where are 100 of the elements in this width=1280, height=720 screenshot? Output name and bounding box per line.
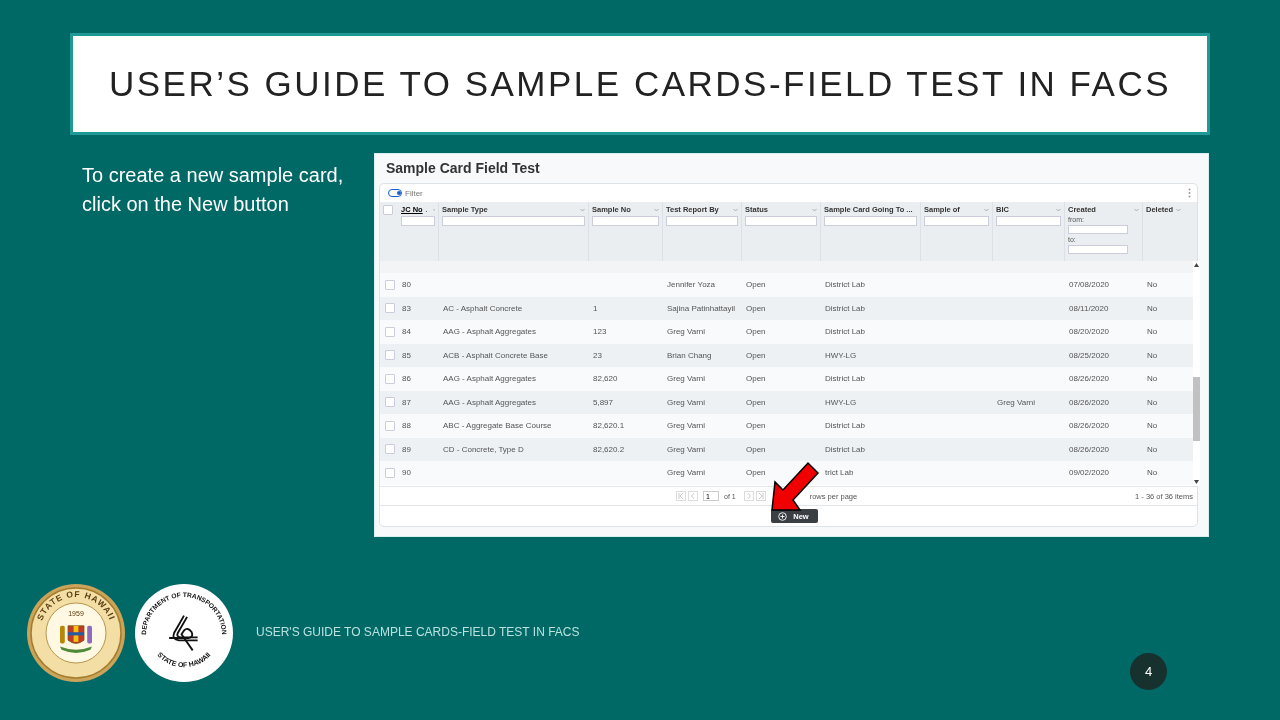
row-checkbox[interactable]: [385, 373, 395, 384]
caret-icon[interactable]: [733, 207, 738, 212]
table-cell: Greg Varni: [667, 468, 706, 478]
row-checkbox[interactable]: [385, 350, 395, 361]
filter-field[interactable]: [745, 216, 817, 226]
row-checkbox[interactable]: [385, 303, 395, 314]
table-cell: 1: [593, 303, 598, 313]
table-cell: District Lab: [825, 303, 865, 313]
caret-icon[interactable]: [1134, 207, 1139, 212]
table-cell: 08/20/2020: [1069, 327, 1110, 337]
filter-field[interactable]: [401, 216, 435, 226]
instruction-text: To create a new sample card, click on the New button: [82, 163, 345, 217]
table-cell: 90: [402, 468, 411, 478]
last-page-button[interactable]: [755, 491, 766, 501]
table-cell: 85: [402, 350, 411, 360]
first-page-button[interactable]: [676, 491, 686, 501]
table-cell: Open: [746, 280, 766, 290]
filter-field[interactable]: [924, 216, 989, 226]
table-cell: District Lab: [825, 444, 865, 454]
table-cell: Open: [746, 468, 766, 478]
caret-icon[interactable]: [1056, 207, 1061, 212]
last-page-icon: [757, 493, 764, 499]
scroll-down-icon[interactable]: [1194, 480, 1199, 484]
table-cell: 89: [402, 444, 411, 454]
table-cell: HWY-LG: [825, 397, 857, 407]
table-cell: Greg Varni: [997, 397, 1036, 407]
row-checkbox[interactable]: [385, 420, 395, 431]
table-cell: 07/08/2020: [1069, 280, 1110, 290]
table-cell: No: [1147, 280, 1158, 290]
table-cell: District Lab: [825, 421, 865, 431]
table-cell: 08/26/2020: [1069, 397, 1110, 407]
row-checkbox[interactable]: [385, 397, 395, 408]
table-cell: Greg Varni: [667, 374, 706, 384]
first-page-icon: [678, 493, 684, 499]
table-cell: 83: [402, 303, 411, 313]
table-cell: 82,620: [593, 374, 618, 384]
row-checkbox[interactable]: [385, 326, 395, 337]
page-number: 4: [1130, 653, 1167, 690]
more-icon[interactable]: [1188, 188, 1191, 198]
filter-field[interactable]: [442, 216, 585, 226]
filter-field[interactable]: [996, 216, 1061, 226]
table-cell: Brian Chang: [667, 350, 712, 360]
table-cell: Open: [746, 350, 766, 360]
table-cell: Open: [746, 444, 766, 454]
table-cell: 08/26/2020: [1069, 421, 1110, 431]
table-cell: HWY-LG: [825, 350, 857, 360]
filter-field[interactable]: [592, 216, 659, 226]
scrollbar[interactable]: [1193, 261, 1200, 486]
table-cell: Open: [746, 397, 766, 407]
chevron-left-icon: [690, 493, 696, 499]
table-cell: No: [1147, 303, 1158, 313]
previous-page-button[interactable]: [688, 491, 698, 501]
table-cell: Jennifer Yoza: [667, 280, 716, 290]
chevron-right-icon: [745, 493, 752, 499]
table-cell: No: [1147, 327, 1158, 337]
table-cell: Open: [746, 327, 766, 337]
table-cell: No: [1147, 350, 1158, 360]
table-cell: Greg Varni: [667, 421, 706, 431]
table-cell: 08/25/2020: [1069, 350, 1110, 360]
caret-icon[interactable]: [1176, 207, 1182, 212]
table-cell: Sajina Patinhattayil: [667, 303, 736, 313]
table-cell: 84: [402, 327, 411, 337]
caret-icon[interactable]: [984, 207, 989, 212]
table-cell: No: [1147, 444, 1158, 454]
table-cell: No: [1147, 397, 1158, 407]
date-from-field[interactable]: [1068, 225, 1128, 234]
caret-icon[interactable]: [654, 207, 659, 212]
caret-icon[interactable]: [580, 207, 585, 212]
table-cell: 87: [402, 397, 411, 407]
date-to-field[interactable]: [1068, 245, 1128, 254]
filter-field[interactable]: [824, 216, 917, 226]
table-cell: 88: [402, 421, 411, 431]
row-checkbox[interactable]: [385, 279, 395, 290]
scroll-up-icon[interactable]: [1194, 263, 1199, 267]
table-cell: District Lab: [825, 374, 865, 384]
table-cell: 80: [402, 280, 411, 290]
table-cell: Greg Varni: [667, 327, 706, 337]
plus-circle-icon: [778, 511, 788, 521]
table-cell: AAG - Asphalt Aggregates: [443, 397, 536, 407]
table-cell: AAG - Asphalt Aggregates: [443, 327, 536, 337]
footer-text: USER'S GUIDE TO SAMPLE CARDS-FIELD TEST IN FACS: [256, 625, 580, 639]
table-cell: 09/02/2020: [1069, 468, 1110, 478]
next-page-button[interactable]: [743, 491, 754, 501]
select-all-checkbox[interactable]: [383, 205, 393, 215]
table-cell: District Lab: [825, 327, 865, 337]
row-checkbox[interactable]: [385, 444, 395, 455]
table-cell: ABC - Aggregate Base Course: [443, 421, 552, 431]
table-cell: No: [1147, 374, 1158, 384]
table-cell: Open: [746, 303, 766, 313]
table-cell: 123: [593, 327, 607, 337]
table-cell: CD - Concrete, Type D: [443, 444, 524, 454]
filter-field[interactable]: [666, 216, 738, 226]
table-cell: ACB - Asphalt Concrete Base: [443, 350, 548, 360]
filter-label: Filter: [405, 188, 423, 198]
row-checkbox[interactable]: [385, 467, 395, 478]
table-cell: 08/26/2020: [1069, 374, 1110, 384]
table-cell: Greg Varni: [667, 397, 706, 407]
caret-icon[interactable]: [812, 207, 817, 212]
table-cell: 86: [402, 374, 411, 384]
table-cell: AAG - Asphalt Aggregates: [443, 374, 536, 384]
